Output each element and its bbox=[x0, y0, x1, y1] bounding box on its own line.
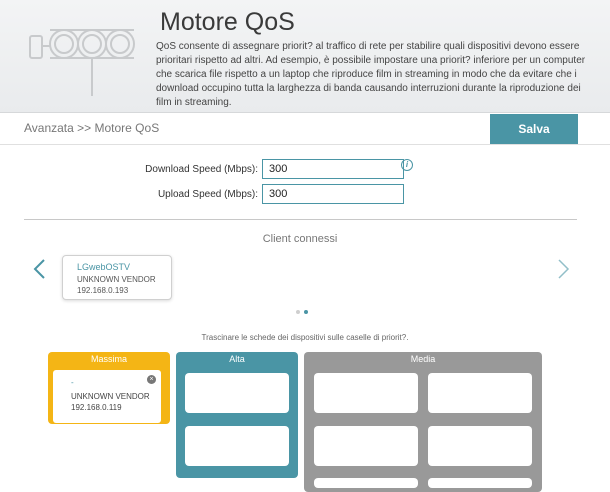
page-description: QoS consente di assegnare priorit? al tr… bbox=[156, 41, 586, 108]
drag-hint: Trascinare le schede dei dispositivi sul… bbox=[201, 333, 409, 342]
priority-slot[interactable] bbox=[185, 373, 289, 413]
priority-max-column[interactable]: Massima - UNKNOWN VENDOR 192.168.0.119 × bbox=[48, 352, 170, 424]
client-ip: 192.168.0.193 bbox=[77, 286, 129, 295]
save-button[interactable]: Salva bbox=[490, 114, 578, 144]
traffic-light-illustration bbox=[29, 29, 135, 96]
priority-high-title: Alta bbox=[229, 354, 245, 364]
priority-slot[interactable] bbox=[428, 478, 532, 488]
page-header: Motore QoS QoS consente di assegnare pri… bbox=[0, 0, 610, 113]
device-vendor: UNKNOWN VENDOR bbox=[71, 392, 150, 401]
download-speed-input[interactable]: 300 bbox=[262, 159, 404, 179]
client-card[interactable]: LGwebOSTV UNKNOWN VENDOR 192.168.0.193 bbox=[62, 255, 172, 300]
priority-max-title: Massima bbox=[90, 354, 127, 364]
priority-medium-column[interactable]: Media bbox=[304, 352, 542, 492]
page-dot[interactable] bbox=[296, 310, 300, 314]
priority-slot[interactable] bbox=[314, 478, 418, 488]
priority-medium-title: Media bbox=[410, 354, 436, 364]
download-speed-label: Download Speed (Mbps): bbox=[145, 164, 258, 175]
chevron-left-icon[interactable] bbox=[30, 258, 52, 280]
device-name: - bbox=[71, 378, 74, 387]
close-icon[interactable]: × bbox=[147, 375, 156, 384]
divider bbox=[0, 144, 610, 145]
info-icon[interactable]: i bbox=[401, 159, 413, 171]
priority-high-column[interactable]: Alta bbox=[176, 352, 298, 478]
upload-speed-label: Upload Speed (Mbps): bbox=[157, 189, 258, 200]
connected-clients-title: Client connessi bbox=[262, 233, 338, 245]
page-title: Motore QoS bbox=[160, 8, 295, 36]
priority-slot[interactable] bbox=[428, 426, 532, 466]
device-card[interactable]: - UNKNOWN VENDOR 192.168.0.119 × bbox=[53, 370, 161, 423]
priority-slot[interactable] bbox=[428, 373, 532, 413]
priority-slot[interactable] bbox=[314, 373, 418, 413]
chevron-right-icon[interactable] bbox=[553, 258, 575, 280]
upload-speed-input[interactable]: 300 bbox=[262, 184, 404, 204]
client-name: LGwebOSTV bbox=[77, 262, 131, 272]
priority-slot[interactable] bbox=[185, 426, 289, 466]
page-dot-active[interactable] bbox=[304, 310, 308, 314]
device-ip: 192.168.0.119 bbox=[71, 403, 122, 412]
client-vendor: UNKNOWN VENDOR bbox=[77, 275, 156, 284]
divider bbox=[24, 219, 577, 220]
breadcrumb[interactable]: Avanzata >> Motore QoS bbox=[24, 121, 159, 135]
priority-slot[interactable] bbox=[314, 426, 418, 466]
